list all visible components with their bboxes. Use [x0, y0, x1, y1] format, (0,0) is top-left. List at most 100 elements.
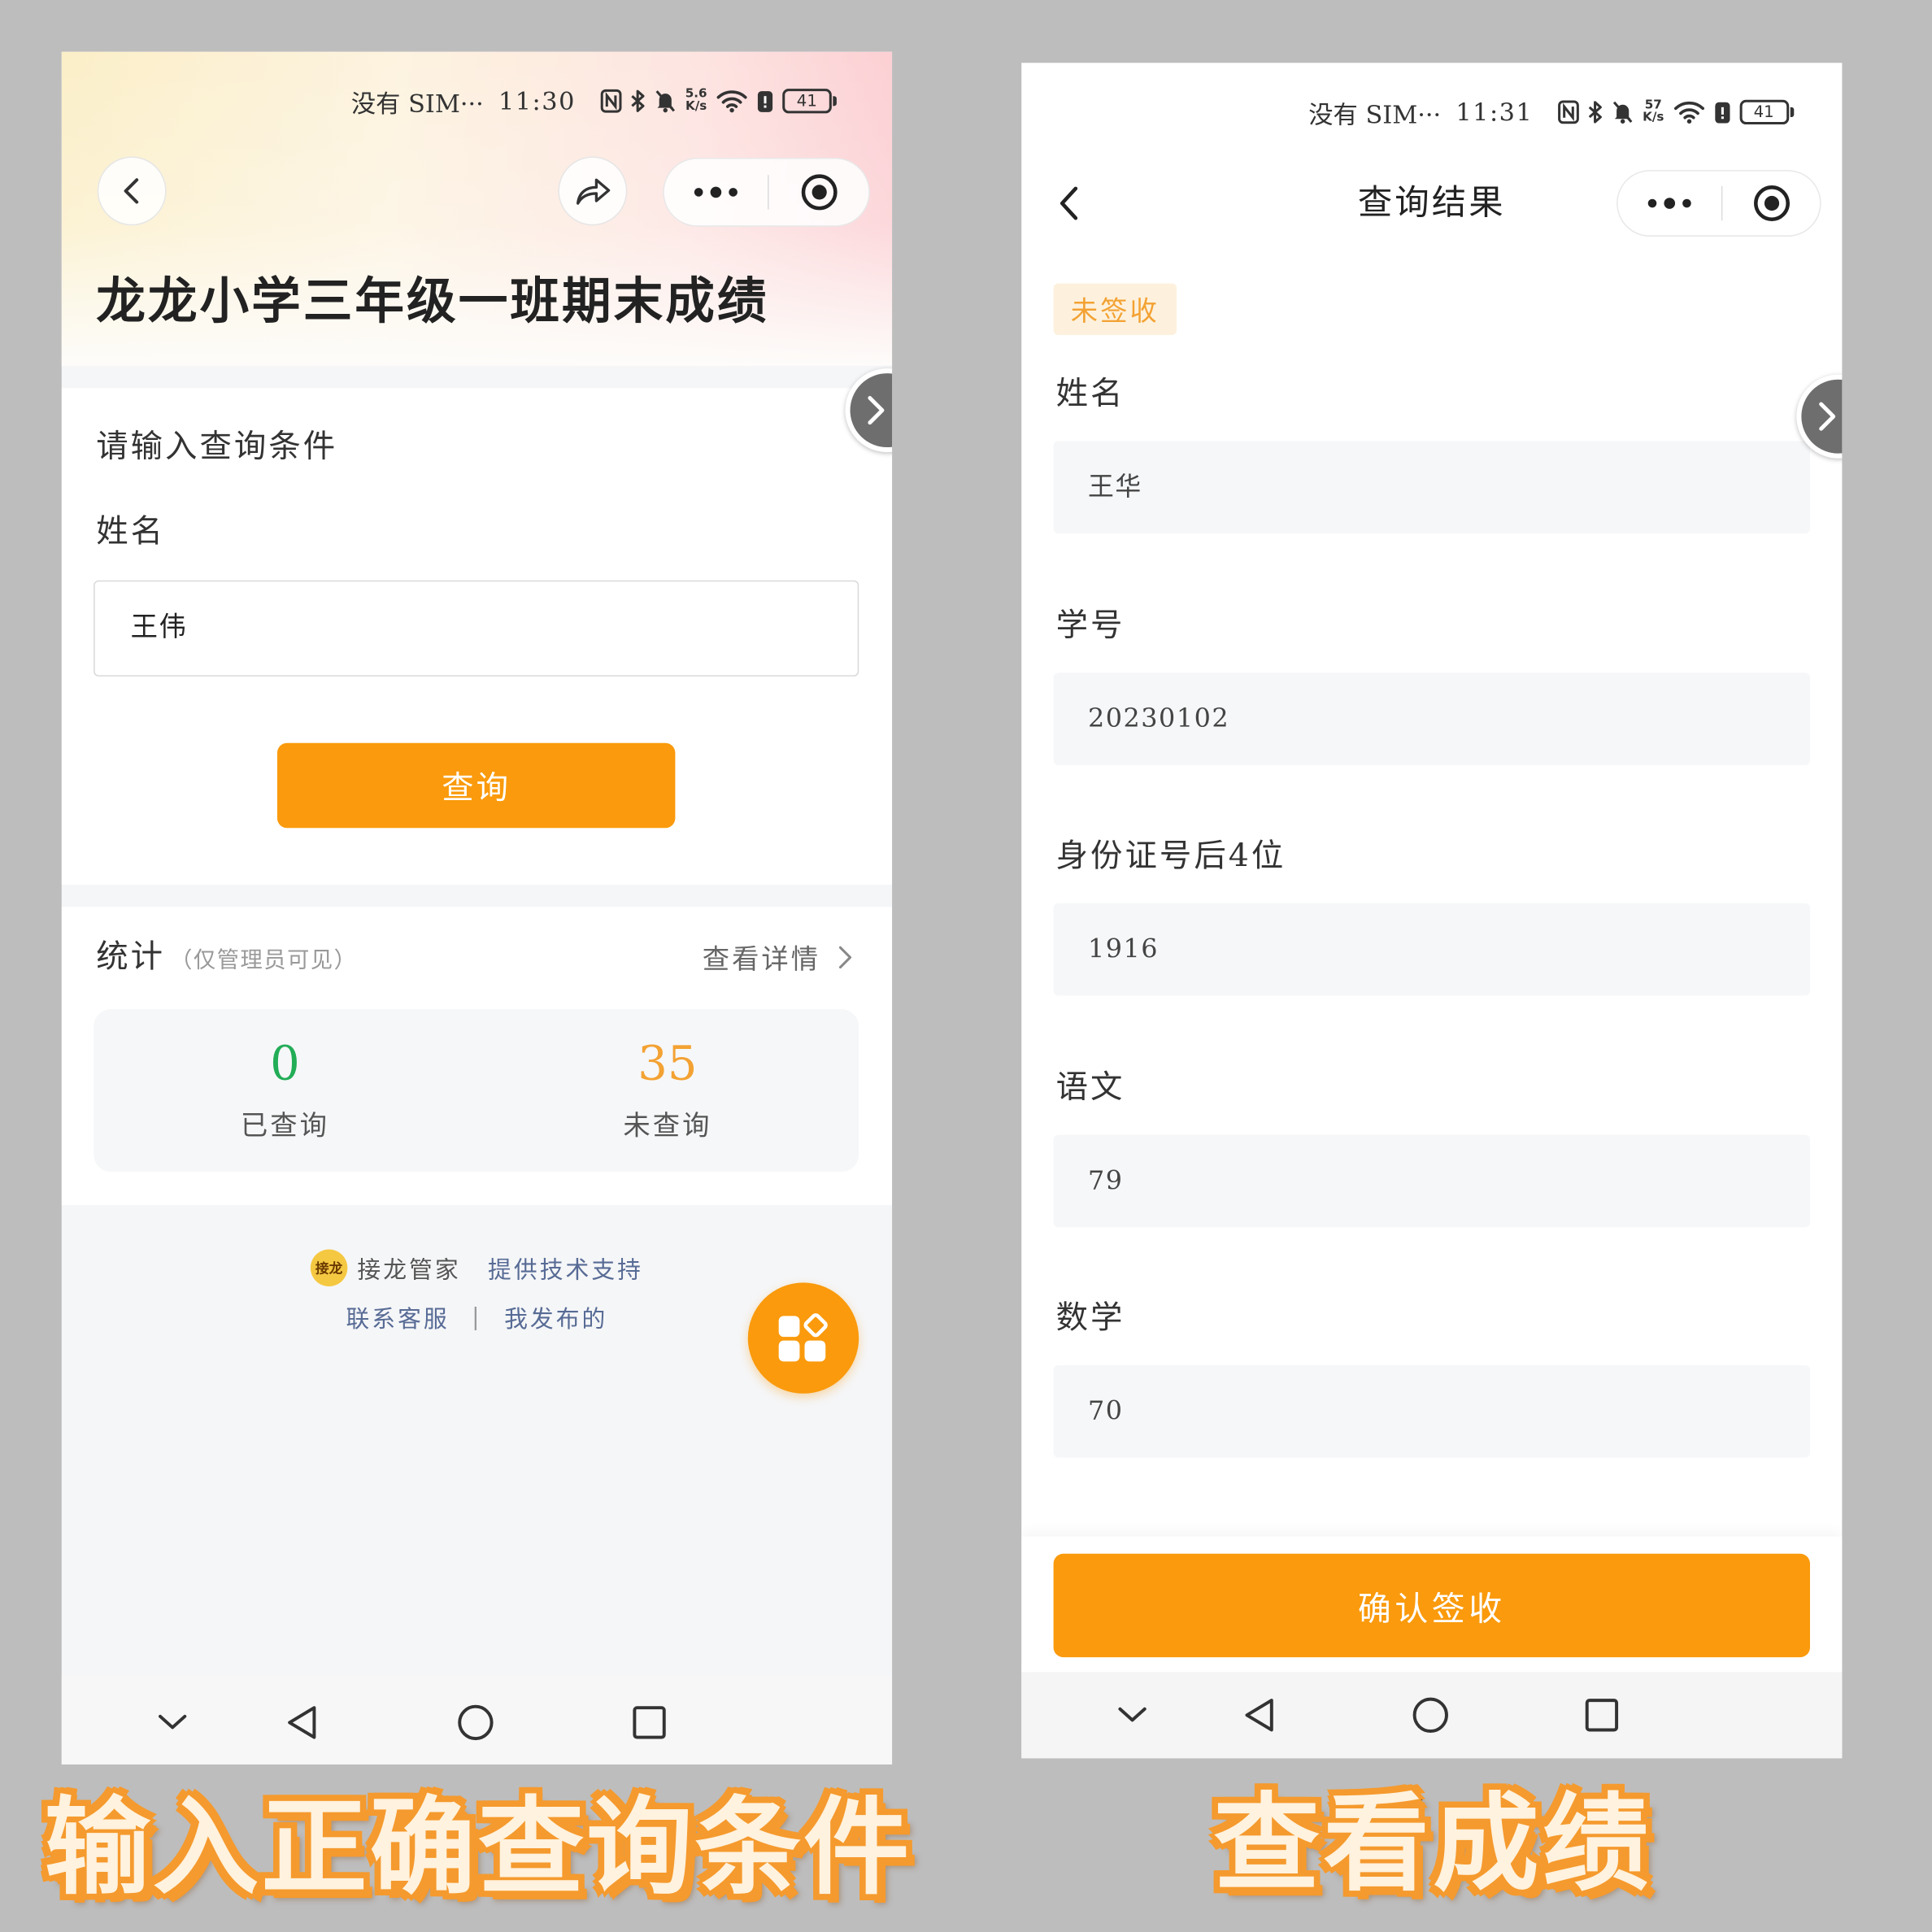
name-input[interactable]: 王伟: [94, 580, 859, 677]
exit-button[interactable]: [1722, 172, 1820, 236]
clock: 11:31: [1456, 97, 1534, 128]
view-details-label: 查看详情: [702, 945, 821, 977]
mute-icon: [1613, 101, 1633, 124]
brand-logo: 接龙: [310, 1249, 348, 1286]
battery-icon: 41: [782, 89, 837, 114]
tech-support-link[interactable]: 提供技术支持: [488, 1251, 643, 1285]
field-id-last4: 身份证号后4位 1916: [1053, 833, 1810, 1064]
stats-heading: 统计 （仅管理员可见）: [96, 934, 357, 981]
caption-step-two: 查看成绩: [1212, 1781, 1653, 1908]
brand-name: 接龙管家: [357, 1255, 461, 1284]
chevron-down-icon[interactable]: [1116, 1705, 1148, 1725]
more-icon: [694, 186, 738, 198]
wifi-icon: [716, 90, 747, 113]
nfc-icon: [1558, 100, 1580, 124]
brand-logo-text: 接龙: [315, 1260, 343, 1277]
back-button[interactable]: [97, 156, 167, 226]
share-button[interactable]: [558, 156, 628, 226]
carrier-text: 没有 SIM···: [1308, 98, 1442, 129]
field-label: 姓名: [1055, 376, 1125, 413]
side-expand-icon: [868, 396, 885, 425]
footer-credit: 接龙 接龙管家 提供技术支持: [62, 1248, 892, 1287]
network-speed: 5.6 K/s: [685, 88, 707, 114]
query-heading: 请输入查询条件: [96, 429, 338, 466]
chevron-down-icon[interactable]: [156, 1712, 188, 1732]
status-icons: 57 K/s 41: [1558, 99, 1796, 125]
query-button[interactable]: 查询: [276, 742, 676, 829]
bottom-action-bar: 确认签收: [1021, 1536, 1843, 1673]
stat-not-queried: 35 未查询: [476, 1009, 859, 1172]
network-speed-unit: K/s: [685, 99, 707, 114]
field-value: 王华: [1088, 472, 1142, 502]
my-posts-link[interactable]: 我发布的: [504, 1300, 607, 1334]
stat-not-queried-label: 未查询: [623, 1111, 712, 1142]
network-speed: 57 K/s: [1643, 99, 1664, 125]
mini-program-capsule: [1617, 170, 1821, 237]
field-value: 79: [1088, 1164, 1124, 1195]
stats-admin-note: （仅管理员可见）: [170, 947, 358, 974]
field-value: 20230102: [1088, 703, 1230, 733]
carrier-text: 没有 SIM···: [350, 88, 484, 118]
query-form-card: 请输入查询条件 姓名 王伟 查询: [61, 388, 893, 885]
status-badge: 未签收: [1053, 283, 1177, 336]
battery-level: 41: [796, 91, 817, 111]
bluetooth-icon: [1588, 101, 1603, 124]
field-value: 70: [1088, 1395, 1124, 1426]
field-value-box: 1916: [1053, 903, 1810, 996]
back-triangle-icon[interactable]: [285, 1704, 319, 1741]
confirm-receipt-button[interactable]: 确认签收: [1053, 1553, 1810, 1658]
system-nav-bar: [1021, 1672, 1843, 1759]
right-phone-screen: 没有 SIM··· 11:31 57 K/s 41 查询结果 未签收 姓名 王华…: [1021, 63, 1843, 1759]
chevron-right-icon: [838, 946, 852, 969]
target-icon: [1753, 185, 1790, 221]
status-bar: 没有 SIM··· 11:30 5.6 K/s 41: [351, 83, 839, 120]
name-label: 姓名: [96, 513, 166, 551]
back-icon: [124, 178, 139, 204]
field-value-box: 王华: [1053, 441, 1810, 534]
status-icons: 5.6 K/s 41: [600, 88, 839, 114]
stats-title: 统计: [96, 938, 166, 977]
more-button[interactable]: [664, 159, 768, 225]
bluetooth-icon: [631, 89, 645, 112]
apps-grid-icon: [778, 1313, 828, 1362]
screenshot-canvas: 没有 SIM··· 11:30 5.6 K/s 41 龙龙小学三年级一班期末成绩…: [0, 0, 1932, 1932]
network-speed-unit: K/s: [1643, 111, 1664, 125]
result-fields: 姓名 王华 学号 20230102 身份证号后4位 1916 语文 79 数学 …: [1053, 371, 1810, 1526]
contact-support-link[interactable]: 联系客服: [346, 1300, 449, 1334]
exit-button[interactable]: [769, 159, 869, 225]
stats-summary: 0 已查询 35 未查询: [94, 1009, 859, 1173]
footer-separator: |: [472, 1303, 482, 1331]
home-circle-icon[interactable]: [456, 1703, 495, 1742]
system-nav-bar: [61, 1675, 893, 1764]
battery-saver-icon: [1714, 102, 1730, 124]
share-icon: [577, 178, 611, 205]
battery-level: 41: [1753, 102, 1774, 122]
back-triangle-icon[interactable]: [1242, 1697, 1276, 1734]
recents-square-icon[interactable]: [1585, 1698, 1619, 1732]
field-value: 1916: [1088, 933, 1160, 964]
battery-saver-icon: [757, 91, 772, 112]
caption-step-one: 输入正确查询条件: [42, 1785, 912, 1912]
field-value-box: 79: [1053, 1134, 1810, 1227]
field-student-id: 学号 20230102: [1053, 602, 1810, 833]
view-details-link[interactable]: 查看详情: [703, 934, 853, 981]
field-label: 身份证号后4位: [1055, 838, 1286, 875]
more-button[interactable]: [1618, 172, 1721, 236]
stat-queried: 0 已查询: [94, 1009, 476, 1172]
target-icon: [800, 174, 837, 211]
field-chinese: 语文 79: [1053, 1064, 1810, 1295]
field-value-box: 20230102: [1053, 672, 1810, 765]
recents-square-icon[interactable]: [632, 1705, 666, 1739]
wifi-icon: [1673, 101, 1704, 124]
stat-queried-label: 已查询: [240, 1111, 329, 1142]
name-input-value: 王伟: [130, 612, 188, 643]
left-phone-screen: 没有 SIM··· 11:30 5.6 K/s 41 龙龙小学三年级一班期末成绩…: [61, 51, 893, 1764]
apps-fab-button[interactable]: [747, 1282, 859, 1394]
battery-icon: 41: [1738, 99, 1794, 125]
stat-queried-value: 0: [270, 1036, 300, 1091]
nfc-icon: [600, 89, 622, 113]
mute-icon: [655, 90, 676, 113]
home-circle-icon[interactable]: [1411, 1695, 1450, 1734]
stats-card: 统计 （仅管理员可见） 查看详情 0 已查询 35 未查询: [61, 907, 893, 1205]
field-name: 姓名 王华: [1053, 371, 1810, 602]
